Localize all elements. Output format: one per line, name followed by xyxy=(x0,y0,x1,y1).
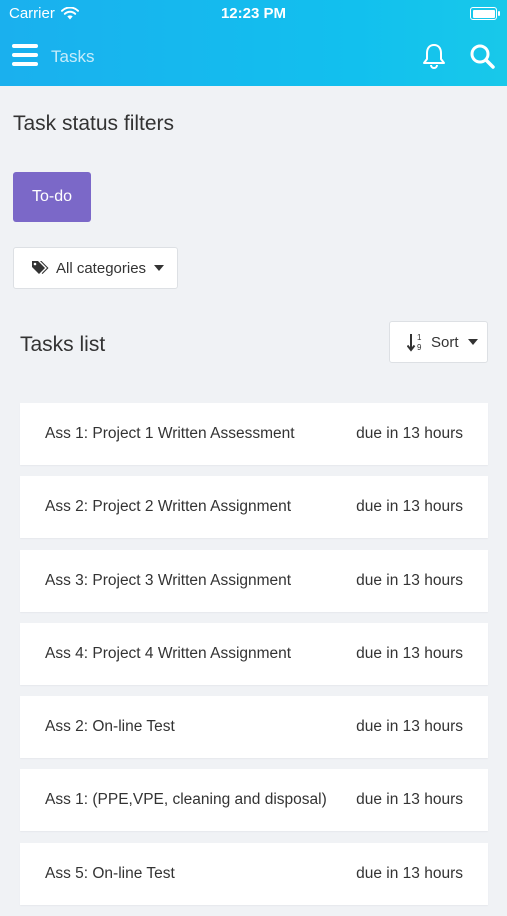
todo-filter-button[interactable]: To-do xyxy=(13,172,91,222)
task-list: Ass 1: Project 1 Written Assessment due … xyxy=(20,403,488,916)
task-row[interactable]: Ass 2: On-line Test due in 13 hours xyxy=(20,696,488,759)
task-due: due in 13 hours xyxy=(356,718,463,736)
task-due: due in 13 hours xyxy=(356,644,463,662)
task-row[interactable]: Ass 1: (PPE,VPE, cleaning and disposal) … xyxy=(20,769,488,832)
status-bar: Carrier 12:23 PM xyxy=(0,0,507,28)
task-name: Ass 2: On-line Test xyxy=(45,718,175,736)
task-name: Ass 5: On-line Test xyxy=(45,864,175,882)
page-title: Tasks xyxy=(51,47,95,66)
svg-text:9: 9 xyxy=(417,343,422,352)
hamburger-menu-icon[interactable] xyxy=(12,44,38,68)
category-filter-label: All categories xyxy=(56,259,147,277)
task-row[interactable]: Ass 1: Project 1 Written Assessment due … xyxy=(20,403,488,465)
nav-bar: Tasks xyxy=(0,28,507,86)
tasks-heading: Tasks list xyxy=(20,333,106,356)
sort-button[interactable]: 1 9 Sort xyxy=(389,321,488,363)
task-name: Ass 1: Project 1 Written Assessment xyxy=(45,425,295,442)
task-due: due in 13 hours xyxy=(356,571,463,589)
bell-icon[interactable] xyxy=(420,42,448,70)
tags-icon xyxy=(32,261,49,274)
task-row[interactable]: Ass 5: On-line Test due in 13 hours xyxy=(20,842,488,905)
task-name: Ass 4: Project 4 Written Assignment xyxy=(45,644,292,662)
caret-down-icon xyxy=(467,339,478,345)
task-due: due in 13 hours xyxy=(356,791,463,809)
sort-label: Sort xyxy=(431,333,459,351)
filters-heading: Task status filters xyxy=(13,112,175,135)
category-filter-button[interactable]: All categories xyxy=(13,247,178,289)
task-row[interactable]: Ass 3: Project 3 Written Assignment due … xyxy=(20,549,488,612)
search-icon[interactable] xyxy=(468,42,496,70)
clock: 12:23 PM xyxy=(220,5,287,22)
task-name: Ass 2: Project 2 Written Assignment xyxy=(45,498,292,516)
task-due: due in 13 hours xyxy=(356,498,463,516)
task-due: due in 13 hours xyxy=(356,864,463,882)
task-name: Ass 3: Project 3 Written Assignment xyxy=(45,571,292,589)
svg-text:1: 1 xyxy=(417,333,422,342)
task-name: Ass 1: (PPE,VPE, cleaning and disposal) xyxy=(45,791,327,809)
task-row[interactable]: Ass 4: Project 4 Written Assignment due … xyxy=(20,622,488,685)
task-row[interactable]: Ass 2: Project 2 Written Assignment due … xyxy=(20,476,488,539)
sort-numeric-icon: 1 9 xyxy=(407,333,422,352)
task-due: due in 13 hours xyxy=(356,425,463,442)
battery-icon xyxy=(470,7,500,20)
battery-fill xyxy=(472,9,495,18)
app-header: Carrier 12:23 PM Tasks xyxy=(0,0,507,86)
caret-down-icon xyxy=(154,265,165,271)
